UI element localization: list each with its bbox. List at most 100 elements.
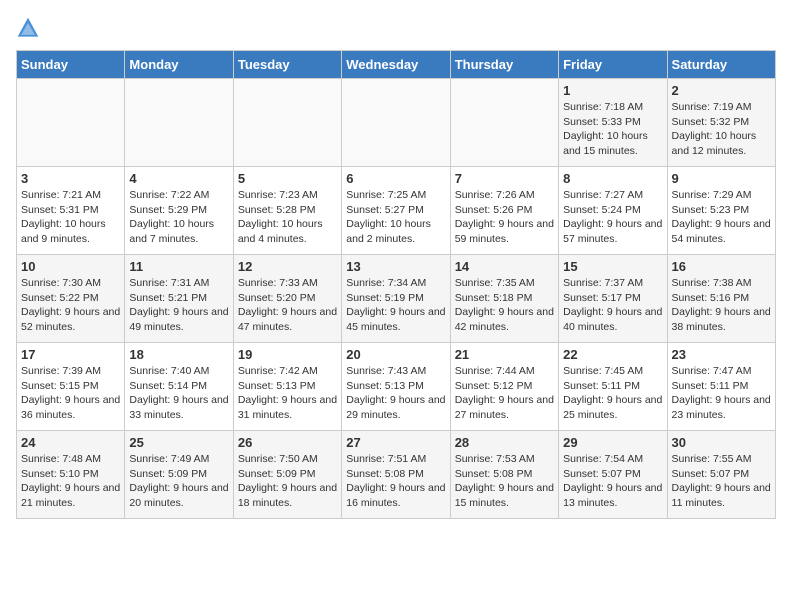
calendar-cell: [125, 79, 233, 167]
day-info: Sunrise: 7:47 AM Sunset: 5:11 PM Dayligh…: [672, 364, 771, 423]
day-number: 12: [238, 259, 337, 274]
day-info: Sunrise: 7:26 AM Sunset: 5:26 PM Dayligh…: [455, 188, 554, 247]
day-info: Sunrise: 7:29 AM Sunset: 5:23 PM Dayligh…: [672, 188, 771, 247]
calendar-cell: 1 Sunrise: 7:18 AM Sunset: 5:33 PM Daylig…: [559, 79, 667, 167]
calendar-cell: 4 Sunrise: 7:22 AM Sunset: 5:29 PM Daylig…: [125, 167, 233, 255]
week-row-1: 1 Sunrise: 7:18 AM Sunset: 5:33 PM Daylig…: [17, 79, 776, 167]
calendar-cell: 29 Sunrise: 7:54 AM Sunset: 5:07 PM Dayli…: [559, 431, 667, 519]
day-number: 4: [129, 171, 228, 186]
calendar-cell: [450, 79, 558, 167]
day-number: 22: [563, 347, 662, 362]
day-number: 7: [455, 171, 554, 186]
day-number: 29: [563, 435, 662, 450]
calendar-header-row: SundayMondayTuesdayWednesdayThursdayFrid…: [17, 51, 776, 79]
day-info: Sunrise: 7:34 AM Sunset: 5:19 PM Dayligh…: [346, 276, 445, 335]
calendar-cell: 8 Sunrise: 7:27 AM Sunset: 5:24 PM Daylig…: [559, 167, 667, 255]
day-info: Sunrise: 7:53 AM Sunset: 5:08 PM Dayligh…: [455, 452, 554, 511]
day-info: Sunrise: 7:27 AM Sunset: 5:24 PM Dayligh…: [563, 188, 662, 247]
day-info: Sunrise: 7:51 AM Sunset: 5:08 PM Dayligh…: [346, 452, 445, 511]
day-number: 13: [346, 259, 445, 274]
day-number: 24: [21, 435, 120, 450]
day-info: Sunrise: 7:49 AM Sunset: 5:09 PM Dayligh…: [129, 452, 228, 511]
day-info: Sunrise: 7:25 AM Sunset: 5:27 PM Dayligh…: [346, 188, 445, 247]
header-day-tuesday: Tuesday: [233, 51, 341, 79]
day-number: 6: [346, 171, 445, 186]
calendar-table: SundayMondayTuesdayWednesdayThursdayFrid…: [16, 50, 776, 519]
header-day-thursday: Thursday: [450, 51, 558, 79]
logo-icon: [16, 16, 40, 40]
calendar-cell: 23 Sunrise: 7:47 AM Sunset: 5:11 PM Dayli…: [667, 343, 775, 431]
day-number: 19: [238, 347, 337, 362]
day-number: 23: [672, 347, 771, 362]
day-number: 1: [563, 83, 662, 98]
header-day-monday: Monday: [125, 51, 233, 79]
header-day-wednesday: Wednesday: [342, 51, 450, 79]
header-day-saturday: Saturday: [667, 51, 775, 79]
calendar-cell: 6 Sunrise: 7:25 AM Sunset: 5:27 PM Daylig…: [342, 167, 450, 255]
day-number: 10: [21, 259, 120, 274]
day-number: 8: [563, 171, 662, 186]
week-row-4: 17 Sunrise: 7:39 AM Sunset: 5:15 PM Dayli…: [17, 343, 776, 431]
day-info: Sunrise: 7:21 AM Sunset: 5:31 PM Dayligh…: [21, 188, 120, 247]
day-info: Sunrise: 7:33 AM Sunset: 5:20 PM Dayligh…: [238, 276, 337, 335]
day-info: Sunrise: 7:48 AM Sunset: 5:10 PM Dayligh…: [21, 452, 120, 511]
day-info: Sunrise: 7:30 AM Sunset: 5:22 PM Dayligh…: [21, 276, 120, 335]
calendar-cell: 28Sunrise: 7:53 AM Sunset: 5:08 PM Dayli…: [450, 431, 558, 519]
day-info: Sunrise: 7:18 AM Sunset: 5:33 PM Dayligh…: [563, 100, 662, 159]
logo: [16, 16, 44, 40]
day-info: Sunrise: 7:45 AM Sunset: 5:11 PM Dayligh…: [563, 364, 662, 423]
day-info: Sunrise: 7:23 AM Sunset: 5:28 PM Dayligh…: [238, 188, 337, 247]
calendar-cell: 26Sunrise: 7:50 AM Sunset: 5:09 PM Dayli…: [233, 431, 341, 519]
day-number: 18: [129, 347, 228, 362]
day-info: Sunrise: 7:37 AM Sunset: 5:17 PM Dayligh…: [563, 276, 662, 335]
day-info: Sunrise: 7:19 AM Sunset: 5:32 PM Dayligh…: [672, 100, 771, 159]
day-number: 14: [455, 259, 554, 274]
day-number: 5: [238, 171, 337, 186]
header-day-sunday: Sunday: [17, 51, 125, 79]
day-info: Sunrise: 7:38 AM Sunset: 5:16 PM Dayligh…: [672, 276, 771, 335]
day-number: 16: [672, 259, 771, 274]
day-number: 27: [346, 435, 445, 450]
day-info: Sunrise: 7:39 AM Sunset: 5:15 PM Dayligh…: [21, 364, 120, 423]
day-number: 25: [129, 435, 228, 450]
day-info: Sunrise: 7:44 AM Sunset: 5:12 PM Dayligh…: [455, 364, 554, 423]
day-number: 26: [238, 435, 337, 450]
calendar-cell: 12 Sunrise: 7:33 AM Sunset: 5:20 PM Dayli…: [233, 255, 341, 343]
calendar-cell: 3 Sunrise: 7:21 AM Sunset: 5:31 PM Daylig…: [17, 167, 125, 255]
day-info: Sunrise: 7:31 AM Sunset: 5:21 PM Dayligh…: [129, 276, 228, 335]
calendar-cell: 19 Sunrise: 7:42 AM Sunset: 5:13 PM Dayli…: [233, 343, 341, 431]
day-info: Sunrise: 7:43 AM Sunset: 5:13 PM Dayligh…: [346, 364, 445, 423]
day-number: 11: [129, 259, 228, 274]
calendar-cell: 15 Sunrise: 7:37 AM Sunset: 5:17 PM Dayli…: [559, 255, 667, 343]
day-number: 20: [346, 347, 445, 362]
day-info: Sunrise: 7:42 AM Sunset: 5:13 PM Dayligh…: [238, 364, 337, 423]
calendar-cell: 9 Sunrise: 7:29 AM Sunset: 5:23 PM Daylig…: [667, 167, 775, 255]
calendar-cell: 22 Sunrise: 7:45 AM Sunset: 5:11 PM Dayli…: [559, 343, 667, 431]
day-number: 15: [563, 259, 662, 274]
week-row-5: 24 Sunrise: 7:48 AM Sunset: 5:10 PM Dayli…: [17, 431, 776, 519]
calendar-cell: 14 Sunrise: 7:35 AM Sunset: 5:18 PM Dayli…: [450, 255, 558, 343]
header-day-friday: Friday: [559, 51, 667, 79]
day-number: 21: [455, 347, 554, 362]
calendar-cell: 21 Sunrise: 7:44 AM Sunset: 5:12 PM Dayli…: [450, 343, 558, 431]
calendar-cell: 18 Sunrise: 7:40 AM Sunset: 5:14 PM Dayli…: [125, 343, 233, 431]
calendar-cell: [233, 79, 341, 167]
day-info: Sunrise: 7:40 AM Sunset: 5:14 PM Dayligh…: [129, 364, 228, 423]
week-row-2: 3 Sunrise: 7:21 AM Sunset: 5:31 PM Daylig…: [17, 167, 776, 255]
day-info: Sunrise: 7:22 AM Sunset: 5:29 PM Dayligh…: [129, 188, 228, 247]
day-info: Sunrise: 7:35 AM Sunset: 5:18 PM Dayligh…: [455, 276, 554, 335]
calendar-cell: 17 Sunrise: 7:39 AM Sunset: 5:15 PM Dayli…: [17, 343, 125, 431]
calendar-cell: 13 Sunrise: 7:34 AM Sunset: 5:19 PM Dayli…: [342, 255, 450, 343]
header: [16, 16, 776, 40]
day-number: 3: [21, 171, 120, 186]
calendar-cell: 24 Sunrise: 7:48 AM Sunset: 5:10 PM Dayli…: [17, 431, 125, 519]
calendar-cell: 7 Sunrise: 7:26 AM Sunset: 5:26 PM Daylig…: [450, 167, 558, 255]
day-info: Sunrise: 7:54 AM Sunset: 5:07 PM Dayligh…: [563, 452, 662, 511]
day-number: 30: [672, 435, 771, 450]
calendar-cell: 20 Sunrise: 7:43 AM Sunset: 5:13 PM Dayli…: [342, 343, 450, 431]
calendar-cell: 2Sunrise: 7:19 AM Sunset: 5:32 PM Daylig…: [667, 79, 775, 167]
day-number: 9: [672, 171, 771, 186]
calendar-cell: [342, 79, 450, 167]
calendar-cell: [17, 79, 125, 167]
day-number: 17: [21, 347, 120, 362]
